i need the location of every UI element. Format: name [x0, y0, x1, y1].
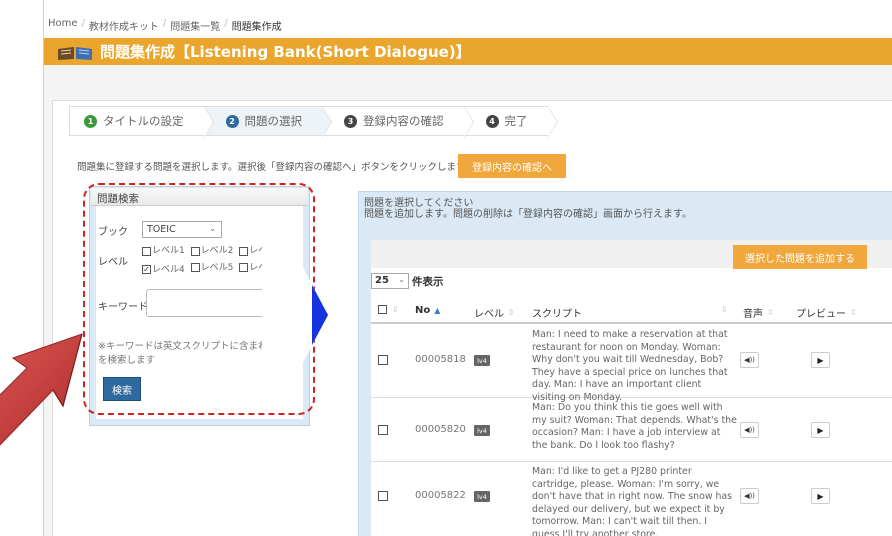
breadcrumb: Home / 教材作成キット / 問題集一覧 / 問題集作成: [44, 0, 892, 36]
column-level[interactable]: レベル ⇕: [474, 305, 515, 320]
breadcrumb-kit[interactable]: 教材作成キット: [89, 18, 159, 36]
select-all-checkbox[interactable]: [378, 305, 387, 314]
main-content: 1 タイトルの設定 2 問題の選択 3 登録内容の確認 4 完了 問題集に登録す…: [44, 65, 892, 536]
level-badge: lv4: [474, 425, 490, 436]
page-size-control: 25 ⌄ 件表示: [371, 273, 444, 289]
breadcrumb-current: 問題集作成: [231, 22, 282, 33]
red-arrow-icon: [0, 333, 83, 446]
wizard-steps: 1 タイトルの設定 2 問題の選択 3 登録内容の確認 4 完了: [69, 106, 558, 138]
row-script: Man: Do you think this tie goes well wit…: [532, 402, 737, 451]
preview-button[interactable]: ▶: [811, 422, 830, 438]
chevron-down-icon: ⌄: [398, 275, 405, 284]
results-panel-header: 問題を選択してください 問題を追加します。問題の削除は「登録内容の確認」画面から…: [364, 198, 692, 220]
column-sort-spacer: ⇕: [721, 305, 728, 314]
row-checkbox[interactable]: [378, 355, 388, 365]
level-badge: lv4: [474, 491, 490, 502]
add-selected-button[interactable]: 選択した問題を追加する: [733, 245, 867, 269]
results-toolbar: 選択した問題を追加する: [371, 240, 892, 269]
page-title: 問題集作成【Listening Bank(Short Dialogue)】: [100, 43, 471, 61]
results-table-area: 選択した問題を追加する 25 ⌄ 件表示 ⇕ No ▲ レベル ⇕ スクリプト …: [371, 240, 892, 536]
speaker-icon: ◀)): [744, 492, 755, 500]
breadcrumb-separator: /: [81, 18, 85, 29]
step-label: 完了: [504, 114, 528, 128]
row-script: Man: I need to make a reservation at tha…: [532, 329, 728, 403]
row-checkbox[interactable]: [378, 491, 388, 501]
page-size-select[interactable]: 25 ⌄: [371, 273, 409, 289]
column-label: 音声: [743, 309, 763, 320]
instruction-text: 問題集に登録する問題を選択します。選択後「登録内容の確認へ」ボタンをクリックしま…: [77, 162, 475, 173]
sort-icon: ⇕: [392, 305, 399, 314]
audio-button[interactable]: ◀)): [740, 488, 759, 504]
table-row: 00005818 lv4 Man: I need to make a reser…: [371, 326, 892, 403]
table-row: 00005820 lv4 Man: Do you think this tie …: [371, 398, 892, 462]
step-number-badge: 1: [84, 114, 97, 128]
column-label: スクリプト: [532, 309, 582, 320]
play-icon: ▶: [817, 425, 824, 435]
blue-arrow-icon: [262, 235, 328, 395]
column-label: プレビュー: [796, 309, 846, 320]
table-header: ⇕ No ▲ レベル ⇕ スクリプト ⇕ 音声 ⇕ プレビュー ⇕: [371, 300, 892, 324]
preview-button[interactable]: ▶: [811, 488, 830, 504]
step-title-settings[interactable]: 1 タイトルの設定: [69, 106, 213, 138]
sort-icon: ⇕: [767, 308, 774, 317]
breadcrumb-home[interactable]: Home: [48, 18, 78, 36]
row-number: 00005818: [415, 354, 466, 365]
app-window: Home / 教材作成キット / 問題集一覧 / 問題集作成 問題集作成【Lis…: [43, 0, 892, 536]
step-label: 問題の選択: [244, 114, 303, 128]
row-checkbox[interactable]: [378, 425, 388, 435]
column-label: レベル: [474, 309, 504, 320]
column-label: No: [415, 305, 431, 316]
column-no[interactable]: No ▲: [415, 305, 440, 316]
sort-icon: ⇕: [721, 305, 728, 314]
table-row: 00005822 lv4 Man: I'd like to get a PJ28…: [371, 462, 892, 536]
sort-icon: ⇕: [508, 308, 515, 317]
audio-button[interactable]: ◀)): [740, 352, 759, 368]
level-badge: lv4: [474, 355, 490, 366]
row-script: Man: I'd like to get a PJ280 printer car…: [532, 466, 733, 536]
step-label: 登録内容の確認: [363, 114, 444, 128]
column-script[interactable]: スクリプト: [532, 305, 582, 320]
column-audio[interactable]: 音声 ⇕: [743, 305, 774, 320]
speaker-icon: ◀)): [744, 426, 755, 434]
step-confirm[interactable]: 3 登録内容の確認: [322, 106, 473, 138]
page-header: 問題集作成【Listening Bank(Short Dialogue)】: [44, 38, 892, 65]
wizard-card: 1 タイトルの設定 2 問題の選択 3 登録内容の確認 4 完了 問題集に登録す…: [52, 100, 892, 536]
step-select-questions[interactable]: 2 問題の選択: [203, 106, 332, 138]
sort-icon: ⇕: [850, 308, 857, 317]
column-preview[interactable]: プレビュー ⇕: [796, 305, 857, 320]
page-size-suffix: 件表示: [412, 275, 444, 288]
select-all-header[interactable]: ⇕: [378, 305, 399, 314]
go-to-confirm-button[interactable]: 登録内容の確認へ: [458, 154, 566, 178]
speaker-icon: ◀)): [744, 356, 755, 364]
step-label: タイトルの設定: [103, 114, 184, 128]
breadcrumb-separator: /: [224, 18, 228, 29]
play-icon: ▶: [817, 491, 824, 501]
step-number-badge: 4: [485, 114, 499, 128]
preview-button[interactable]: ▶: [811, 352, 830, 368]
row-number: 00005820: [415, 424, 466, 435]
row-number: 00005822: [415, 490, 466, 501]
results-instruction: 問題を選択してください: [364, 198, 474, 209]
breadcrumb-separator: /: [162, 18, 167, 29]
step-number-badge: 3: [344, 114, 357, 128]
book-logo-icon: [56, 43, 94, 61]
play-icon: ▶: [817, 355, 824, 365]
breadcrumb-list[interactable]: 問題集一覧: [170, 18, 220, 36]
step-number-badge: 2: [225, 114, 239, 128]
sort-ascending-icon: ▲: [434, 306, 441, 315]
page-size-value: 25: [375, 275, 389, 286]
results-subinstruction: 問題を追加します。問題の削除は「登録内容の確認」画面から行えます。: [364, 209, 692, 220]
results-panel: 問題を選択してください 問題を追加します。問題の削除は「登録内容の確認」画面から…: [358, 191, 892, 536]
step-complete[interactable]: 4 完了: [463, 106, 558, 138]
audio-button[interactable]: ◀)): [740, 422, 759, 438]
